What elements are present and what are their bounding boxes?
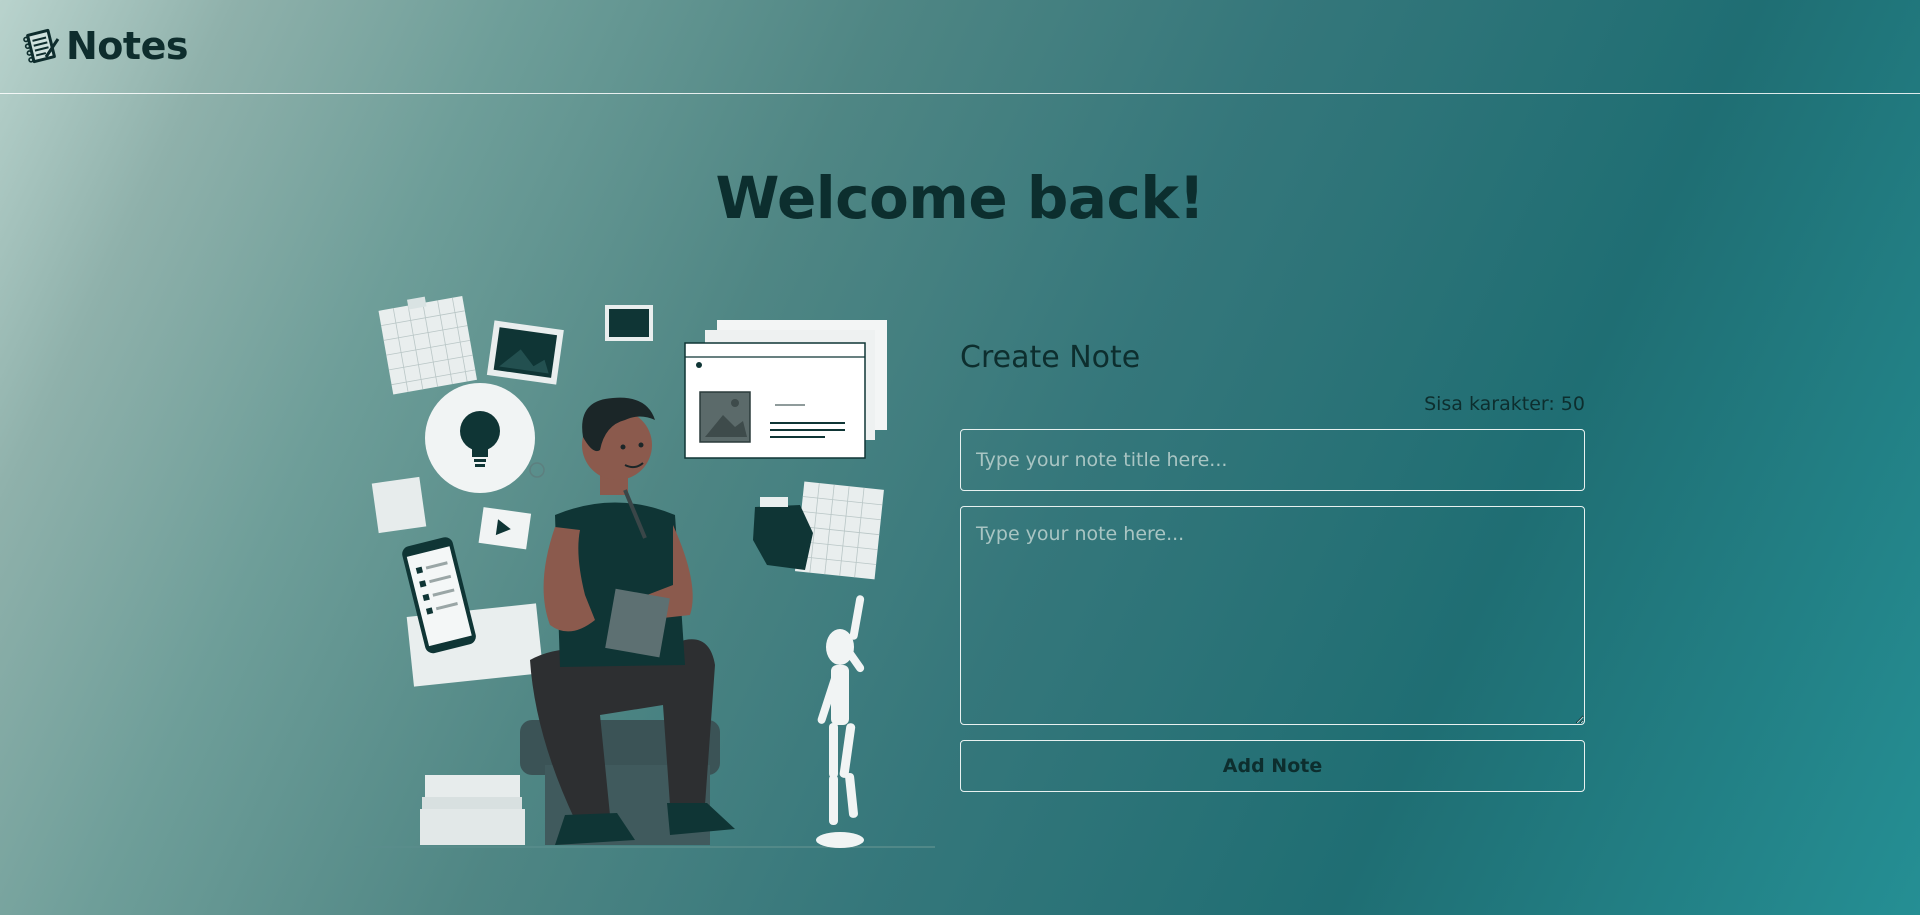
add-note-button[interactable]: Add Note <box>960 740 1585 792</box>
welcome-heading: Welcome back! <box>715 164 1205 232</box>
navbar: Notes <box>0 0 1920 94</box>
note-body-input[interactable] <box>960 506 1585 725</box>
char-count: Sisa karakter: 50 <box>1424 393 1585 415</box>
form-title: Create Note <box>960 340 1141 375</box>
person-thinking-illustration <box>355 296 935 848</box>
create-note-form: Create Note Sisa karakter: 50 Add Note <box>960 340 1585 792</box>
notepad-icon <box>23 28 60 64</box>
brand[interactable]: Notes <box>20 24 188 68</box>
brand-title: Notes <box>66 24 188 68</box>
note-title-input[interactable] <box>960 429 1585 491</box>
